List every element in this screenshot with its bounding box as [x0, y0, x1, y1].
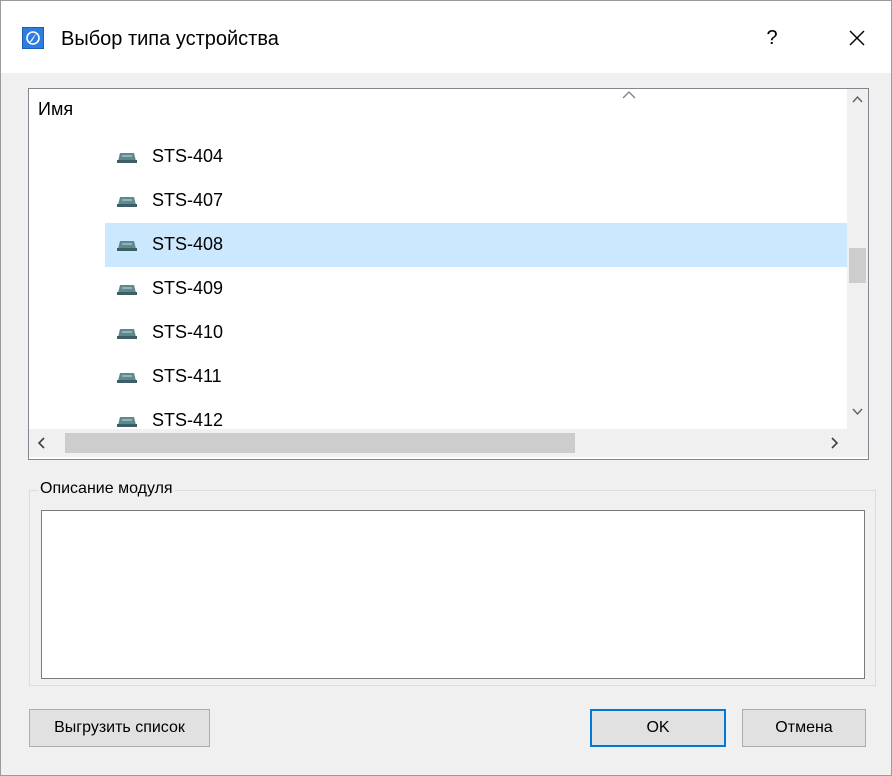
- list-item-label: STS-411: [152, 366, 222, 386]
- device-module-icon: [117, 373, 137, 383]
- list-item[interactable]: STS-409: [105, 267, 847, 311]
- column-header-name[interactable]: Имя: [38, 99, 73, 120]
- device-list[interactable]: Имя STS-404 STS-407 STS-408 STS-409 STS-410 S…: [28, 88, 869, 460]
- ok-button[interactable]: OK: [590, 709, 726, 747]
- close-button[interactable]: [841, 23, 873, 53]
- module-description-text[interactable]: [41, 510, 865, 679]
- list-item[interactable]: STS-404: [105, 135, 847, 179]
- list-item[interactable]: STS-411: [105, 355, 847, 399]
- vertical-scrollbar[interactable]: [847, 89, 868, 429]
- device-module-icon: [117, 197, 137, 207]
- list-item-label: STS-412: [152, 410, 224, 430]
- horizontal-scroll-thumb[interactable]: [65, 433, 575, 453]
- list-item[interactable]: STS-410: [105, 311, 847, 355]
- device-type-dialog: Выбор типа устройства ? Имя STS-404 STS-4…: [0, 0, 892, 776]
- compass-app-icon: [22, 27, 44, 49]
- cancel-button[interactable]: Отмена: [742, 709, 866, 747]
- scroll-right-icon[interactable]: [823, 429, 847, 457]
- vertical-scroll-thumb[interactable]: [849, 248, 866, 283]
- scroll-up-icon[interactable]: [847, 89, 868, 110]
- list-item-label: STS-407: [152, 190, 224, 210]
- device-module-icon: [117, 329, 137, 339]
- scroll-down-icon[interactable]: [847, 401, 868, 422]
- window-title: Выбор типа устройства: [61, 28, 279, 50]
- device-module-icon: [117, 417, 137, 427]
- device-module-icon: [117, 285, 137, 295]
- scroll-left-icon[interactable]: [29, 429, 53, 457]
- export-list-button[interactable]: Выгрузить список: [29, 709, 210, 747]
- title-bar: Выбор типа устройства ?: [1, 1, 891, 73]
- list-item[interactable]: STS-408: [105, 223, 847, 267]
- device-module-icon: [117, 153, 137, 163]
- list-item-label: STS-404: [152, 146, 224, 166]
- module-description-title: Описание модуля: [38, 480, 175, 498]
- list-item[interactable]: STS-407: [105, 179, 847, 223]
- help-button[interactable]: ?: [757, 23, 787, 53]
- list-item-label: STS-410: [152, 322, 224, 342]
- list-item-label: STS-409: [152, 278, 224, 298]
- device-module-icon: [117, 241, 137, 251]
- scroll-corner: [847, 429, 868, 457]
- close-icon: [849, 30, 865, 46]
- horizontal-scrollbar[interactable]: [29, 429, 847, 457]
- list-item-label: STS-408: [152, 234, 224, 254]
- sort-ascending-icon: [622, 91, 636, 99]
